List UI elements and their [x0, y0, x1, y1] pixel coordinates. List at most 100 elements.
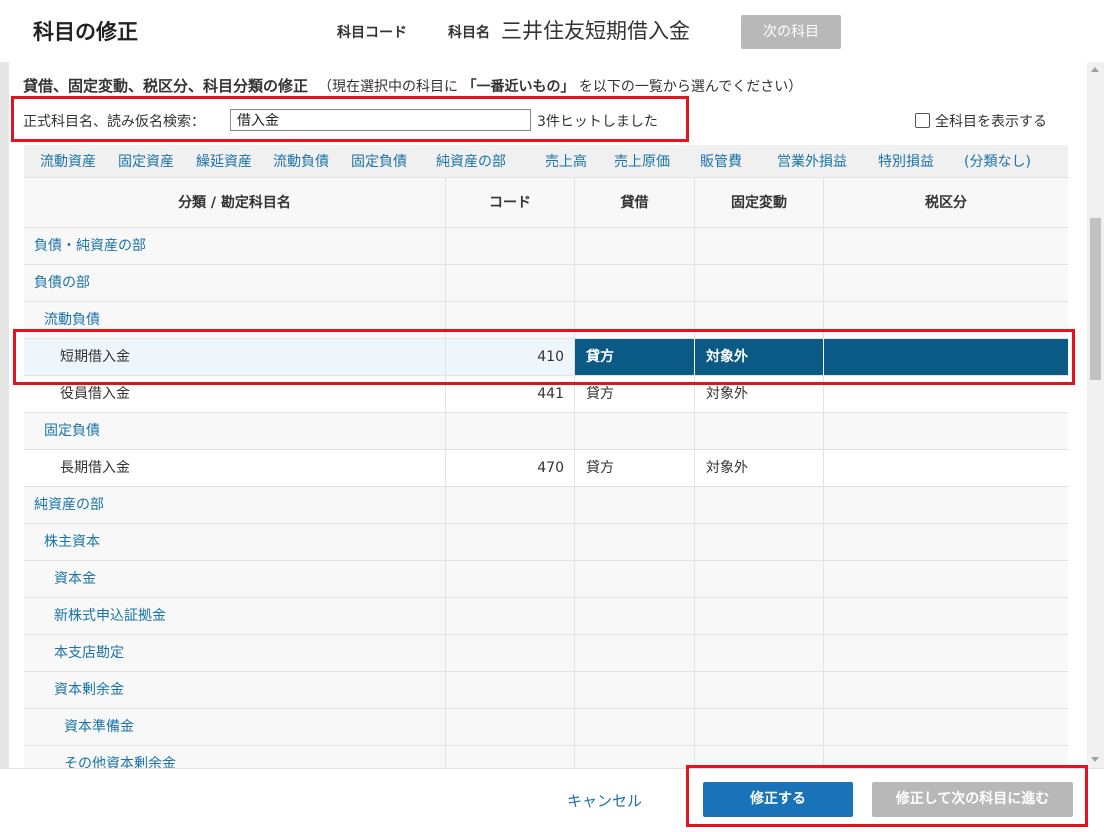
cell-tax — [824, 709, 1068, 745]
cell-account-name: 負債の部 — [24, 265, 446, 301]
column-header-fixed-variable: 固定変動 — [695, 178, 824, 227]
show-all-checkbox[interactable] — [915, 113, 930, 128]
cell-account-name: 新株式申込証拠金 — [24, 598, 446, 634]
cell-tax — [824, 228, 1068, 264]
cell-code — [446, 709, 575, 745]
cell-fixed-variable — [695, 598, 824, 634]
table-row[interactable]: 新株式申込証拠金 — [24, 598, 1068, 635]
cell-fixed-variable — [695, 635, 824, 671]
category-link[interactable]: 繰延資産 — [196, 151, 252, 171]
cell-tax — [824, 450, 1068, 486]
cell-debit-credit — [575, 746, 695, 768]
category-link[interactable]: 固定負債 — [351, 151, 407, 171]
table-row[interactable]: 負債の部 — [24, 265, 1068, 302]
table-row[interactable]: 株主資本 — [24, 524, 1068, 561]
category-link[interactable]: 純資産の部 — [436, 151, 506, 171]
scroll-down-arrow-icon[interactable] — [1091, 757, 1099, 762]
account-name-value: 三井住友短期借入金 — [501, 19, 690, 43]
cell-tax — [824, 635, 1068, 671]
cell-account-name: 長期借入金 — [24, 450, 446, 486]
column-header-debit-credit: 貸借 — [575, 178, 695, 227]
cell-fixed-variable — [695, 672, 824, 708]
next-account-button[interactable]: 次の科目 — [741, 15, 841, 49]
column-header-code: コード — [446, 178, 575, 227]
cell-debit-credit — [575, 524, 695, 560]
cell-account-name: 純資産の部 — [24, 487, 446, 523]
cell-account-name: 資本剰余金 — [24, 672, 446, 708]
cell-code — [446, 265, 575, 301]
show-all-toggle[interactable]: 全科目を表示する — [915, 111, 1047, 131]
cell-fixed-variable — [695, 524, 824, 560]
search-highlight-box — [11, 96, 689, 142]
dialog-title: 科目の修正 — [33, 20, 138, 44]
cell-debit-credit — [575, 672, 695, 708]
section-note-emphasis: 「一番近いもの」 — [462, 79, 575, 95]
cell-fixed-variable — [695, 709, 824, 745]
content-panel: 貸借、固定変動、税区分、科目分類の修正 （現在選択中の科目に 「一番近いもの」 を… — [9, 62, 1087, 768]
cell-fixed-variable — [695, 228, 824, 264]
table-row[interactable]: 負債・純資産の部 — [24, 228, 1068, 265]
cell-code — [446, 524, 575, 560]
category-link[interactable]: 固定資産 — [118, 151, 174, 171]
show-all-label: 全科目を表示する — [935, 114, 1047, 130]
scrollbar-thumb[interactable] — [1090, 218, 1101, 380]
table-row[interactable]: 本支店勘定 — [24, 635, 1068, 672]
section-title: 貸借、固定変動、税区分、科目分類の修正 （現在選択中の科目に 「一番近いもの」 を… — [23, 75, 802, 96]
dialog-header: 科目の修正 科目コード 科目名 三井住友短期借入金 次の科目 — [0, 0, 1104, 62]
table-row[interactable]: 純資産の部 — [24, 487, 1068, 524]
cell-account-name: 株主資本 — [24, 524, 446, 560]
category-link[interactable]: 売上原価 — [614, 151, 670, 171]
section-note: （現在選択中の科目に 「一番近いもの」 を以下の一覧から選んでください） — [318, 79, 802, 95]
cell-debit-credit — [575, 561, 695, 597]
cell-debit-credit: 貸方 — [575, 450, 695, 486]
account-name-label: 科目名 — [448, 25, 490, 41]
category-link[interactable]: 特別損益 — [878, 151, 934, 171]
account-table: 分類 / 勘定科目名 コード 貸借 固定変動 税区分 負債・純資産の部 負債の部流… — [24, 177, 1068, 768]
cell-tax — [824, 598, 1068, 634]
cell-code — [446, 413, 575, 449]
section-note-prefix: （現在選択中の科目に — [318, 79, 459, 95]
cell-account-name: 本支店勘定 — [24, 635, 446, 671]
category-link[interactable]: 売上高 — [545, 151, 587, 171]
cancel-link[interactable]: キャンセル — [567, 790, 642, 811]
category-link[interactable]: 流動資産 — [40, 151, 96, 171]
category-link[interactable]: (分類なし) — [964, 151, 1031, 171]
cell-fixed-variable — [695, 561, 824, 597]
table-row[interactable]: 資本金 — [24, 561, 1068, 598]
column-header-name: 分類 / 勘定科目名 — [24, 178, 446, 227]
cell-debit-credit — [575, 635, 695, 671]
table-row[interactable]: 固定負債 — [24, 413, 1068, 450]
cell-account-name: 資本金 — [24, 561, 446, 597]
cell-fixed-variable — [695, 413, 824, 449]
cell-tax — [824, 561, 1068, 597]
cell-tax — [824, 265, 1068, 301]
cell-tax — [824, 413, 1068, 449]
cell-code — [446, 746, 575, 768]
category-link[interactable]: 営業外損益 — [777, 151, 847, 171]
section-heading: 貸借、固定変動、税区分、科目分類の修正 — [23, 77, 309, 95]
category-filter-bar: 流動資産 固定資産 繰延資産 流動負債 固定負債 純資産の部 売上高 売上原価 … — [24, 145, 1068, 177]
cell-account-name: 負債・純資産の部 — [24, 228, 446, 264]
buttons-highlight-box — [686, 765, 1088, 827]
cell-code — [446, 672, 575, 708]
cell-tax — [824, 524, 1068, 560]
cell-debit-credit — [575, 228, 695, 264]
cell-fixed-variable — [695, 265, 824, 301]
table-row[interactable]: 長期借入金 470 貸方 対象外 — [24, 450, 1068, 487]
cell-account-name: その他資本剰余金 — [24, 746, 446, 768]
table-row[interactable]: 資本準備金 — [24, 709, 1068, 746]
cell-code — [446, 228, 575, 264]
scrollbar[interactable] — [1087, 62, 1104, 768]
table-row[interactable]: 資本剰余金 — [24, 672, 1068, 709]
section-note-suffix: を以下の一覧から選んでください） — [578, 79, 803, 95]
cell-tax — [824, 487, 1068, 523]
cell-account-name: 固定負債 — [24, 413, 446, 449]
category-link[interactable]: 流動負債 — [273, 151, 329, 171]
scroll-up-arrow-icon[interactable] — [1091, 67, 1099, 72]
cell-code: 470 — [446, 450, 575, 486]
category-link[interactable]: 販管費 — [700, 151, 742, 171]
cell-debit-credit — [575, 413, 695, 449]
selected-row-highlight-box — [13, 329, 1075, 385]
cell-fixed-variable: 対象外 — [695, 450, 824, 486]
account-code-label: 科目コード — [337, 25, 407, 41]
